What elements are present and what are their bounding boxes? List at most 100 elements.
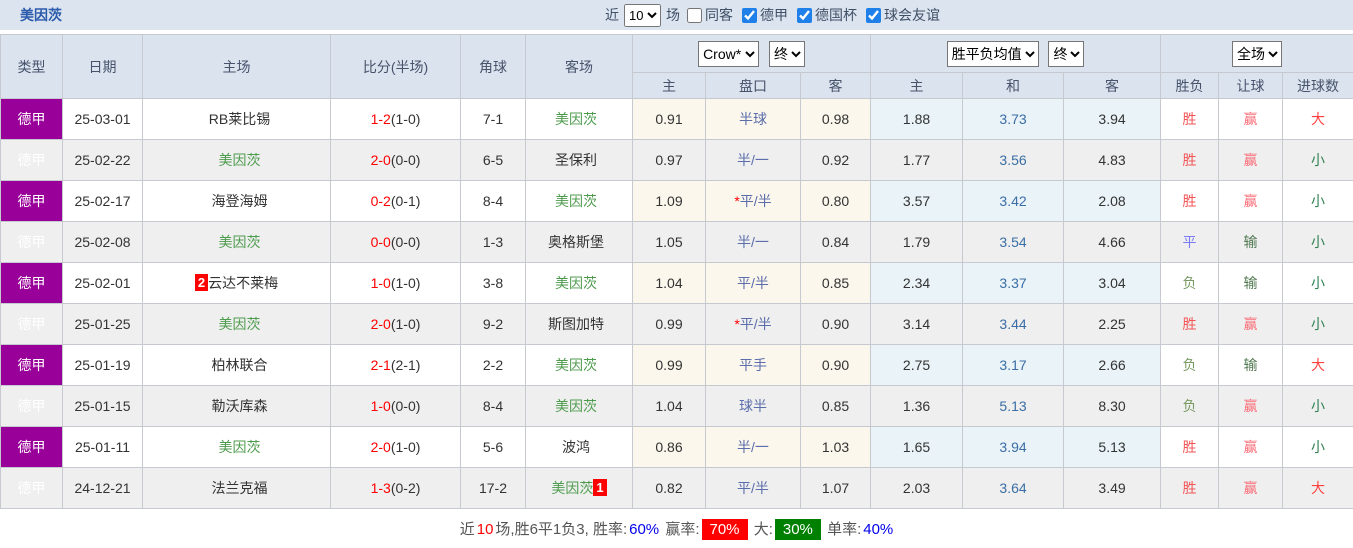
filter-option[interactable]: 球会友谊	[866, 5, 940, 25]
handicap-line-cell: 平/半	[706, 468, 801, 509]
avg-draw-odds-cell: 3.54	[963, 222, 1064, 263]
goals-result-cell: 小	[1283, 427, 1353, 468]
halftime-score: (0-0)	[391, 152, 421, 168]
near-label: 近	[605, 5, 619, 25]
handicap-line: 半/一	[737, 152, 769, 168]
avg-time-select[interactable]: 终	[1048, 41, 1084, 67]
away-team-cell: 美因茨	[526, 345, 633, 386]
filter-checkbox[interactable]	[742, 8, 757, 23]
corners-cell: 5-6	[461, 427, 526, 468]
handicap-line: 平手	[739, 357, 767, 373]
match-row: 德甲 25-02-01 2云达不莱梅 1-0(1-0) 3-8 美因茨 1.04…	[1, 263, 1353, 304]
avg-home-odds-cell: 2.03	[871, 468, 963, 509]
corners-cell: 9-2	[461, 304, 526, 345]
sub-header-handicap-result: 让球	[1219, 73, 1283, 99]
home-team-cell: 法兰克福	[143, 468, 331, 509]
away-team-cell: 美因茨	[526, 99, 633, 140]
col-header-home: 主场	[143, 35, 331, 99]
bookmaker-select[interactable]: Crow*	[698, 41, 759, 67]
avg-home-odds-cell: 2.75	[871, 345, 963, 386]
league-cell: 德甲	[1, 140, 63, 181]
avg-home-odds-cell: 1.88	[871, 99, 963, 140]
avg-home-odds-cell: 1.79	[871, 222, 963, 263]
league-cell: 德甲	[1, 427, 63, 468]
period-select[interactable]: 全场	[1232, 41, 1282, 67]
match-row: 德甲 25-02-08 美因茨 0-0(0-0) 1-3 奥格斯堡 1.05 半…	[1, 222, 1353, 263]
fulltime-score: 2-1	[371, 357, 391, 373]
red-card-badge: 2	[195, 274, 208, 291]
home-team-name: 海登海姆	[212, 193, 268, 209]
date-cell: 25-02-01	[63, 263, 143, 304]
league-cell: 德甲	[1, 468, 63, 509]
result-cell: 胜	[1161, 181, 1219, 222]
handicap-away-odds-cell: 0.85	[801, 386, 871, 427]
halftime-score: (1-0)	[391, 111, 421, 127]
goals-result-cell: 大	[1283, 99, 1353, 140]
away-team-name: 美因茨	[555, 398, 597, 414]
away-team-name: 美因茨	[555, 357, 597, 373]
filter-checkbox[interactable]	[797, 8, 812, 23]
avg-draw-odds-cell: 3.94	[963, 427, 1064, 468]
filter-checkboxes: 同客德甲德国杯球会友谊	[680, 5, 940, 25]
sub-header-handicap-home: 主	[633, 73, 706, 99]
away-team-cell: 奥格斯堡	[526, 222, 633, 263]
corners-cell: 8-4	[461, 386, 526, 427]
halftime-score: (0-1)	[391, 193, 421, 209]
goals-result-cell: 小	[1283, 263, 1353, 304]
home-team-name: 柏林联合	[212, 357, 268, 373]
away-team-name: 斯图加特	[548, 316, 604, 332]
handicap-line: 平/半	[737, 275, 769, 291]
handicap-away-odds-cell: 0.85	[801, 263, 871, 304]
filter-option[interactable]: 德国杯	[797, 5, 857, 25]
corners-cell: 6-5	[461, 140, 526, 181]
match-history-table: 类型 日期 主场 比分(半场) 角球 客场 Crow* 终 胜平负均值 终 全场…	[0, 34, 1353, 509]
handicap-result-cell: 赢	[1219, 181, 1283, 222]
home-team-name: 法兰克福	[212, 480, 268, 496]
filter-option[interactable]: 德甲	[742, 5, 788, 25]
home-team-cell: 美因茨	[143, 140, 331, 181]
handicap-away-odds-cell: 1.07	[801, 468, 871, 509]
goals-result-cell: 小	[1283, 304, 1353, 345]
date-cell: 25-01-25	[63, 304, 143, 345]
period-group-header: 全场	[1161, 35, 1353, 73]
fulltime-score: 1-3	[371, 480, 391, 496]
handicap-away-odds-cell: 0.90	[801, 304, 871, 345]
filter-checkbox[interactable]	[866, 8, 881, 23]
summary-line: 近10场,胜6平1负3, 胜率:60% 赢率:70% 大:30% 单率:40%	[0, 509, 1353, 548]
avg-draw-odds-cell: 3.56	[963, 140, 1064, 181]
handicap-line-cell: 半/一	[706, 140, 801, 181]
handicap-home-odds-cell: 1.04	[633, 263, 706, 304]
col-header-away: 客场	[526, 35, 633, 99]
recent-count-select[interactable]: 10	[624, 4, 661, 27]
away-team-cell: 美因茨1	[526, 468, 633, 509]
avg-away-odds-cell: 8.30	[1064, 386, 1161, 427]
halftime-score: (1-0)	[391, 316, 421, 332]
filter-option[interactable]: 同客	[687, 5, 733, 25]
handicap-home-odds-cell: 0.82	[633, 468, 706, 509]
handicap-line-cell: 半/一	[706, 222, 801, 263]
match-row: 德甲 25-03-01 RB莱比锡 1-2(1-0) 7-1 美因茨 0.91 …	[1, 99, 1353, 140]
sub-header-goals: 进球数	[1283, 73, 1353, 99]
handicap-home-odds-cell: 0.86	[633, 427, 706, 468]
avg-home-odds-cell: 2.34	[871, 263, 963, 304]
avg-odds-select[interactable]: 胜平负均值	[947, 41, 1039, 67]
result-cell: 胜	[1161, 304, 1219, 345]
page-title: 美因茨	[0, 5, 62, 25]
score-cell: 2-0(1-0)	[331, 427, 461, 468]
score-cell: 0-0(0-0)	[331, 222, 461, 263]
home-team-name: 美因茨	[219, 152, 261, 168]
handicap-line: 平/半	[740, 193, 772, 209]
halftime-score: (1-0)	[391, 275, 421, 291]
date-cell: 25-01-11	[63, 427, 143, 468]
filter-checkbox[interactable]	[687, 8, 702, 23]
avg-away-odds-cell: 2.25	[1064, 304, 1161, 345]
home-team-name: 美因茨	[219, 439, 261, 455]
handicap-time-select[interactable]: 终	[769, 41, 805, 67]
away-team-name: 波鸿	[562, 439, 590, 455]
score-cell: 1-0(1-0)	[331, 263, 461, 304]
handicap-away-odds-cell: 0.92	[801, 140, 871, 181]
away-team-name: 美因茨	[555, 193, 597, 209]
avg-draw-odds-cell: 3.64	[963, 468, 1064, 509]
handicap-line-cell: *平/半	[706, 181, 801, 222]
corners-cell: 2-2	[461, 345, 526, 386]
